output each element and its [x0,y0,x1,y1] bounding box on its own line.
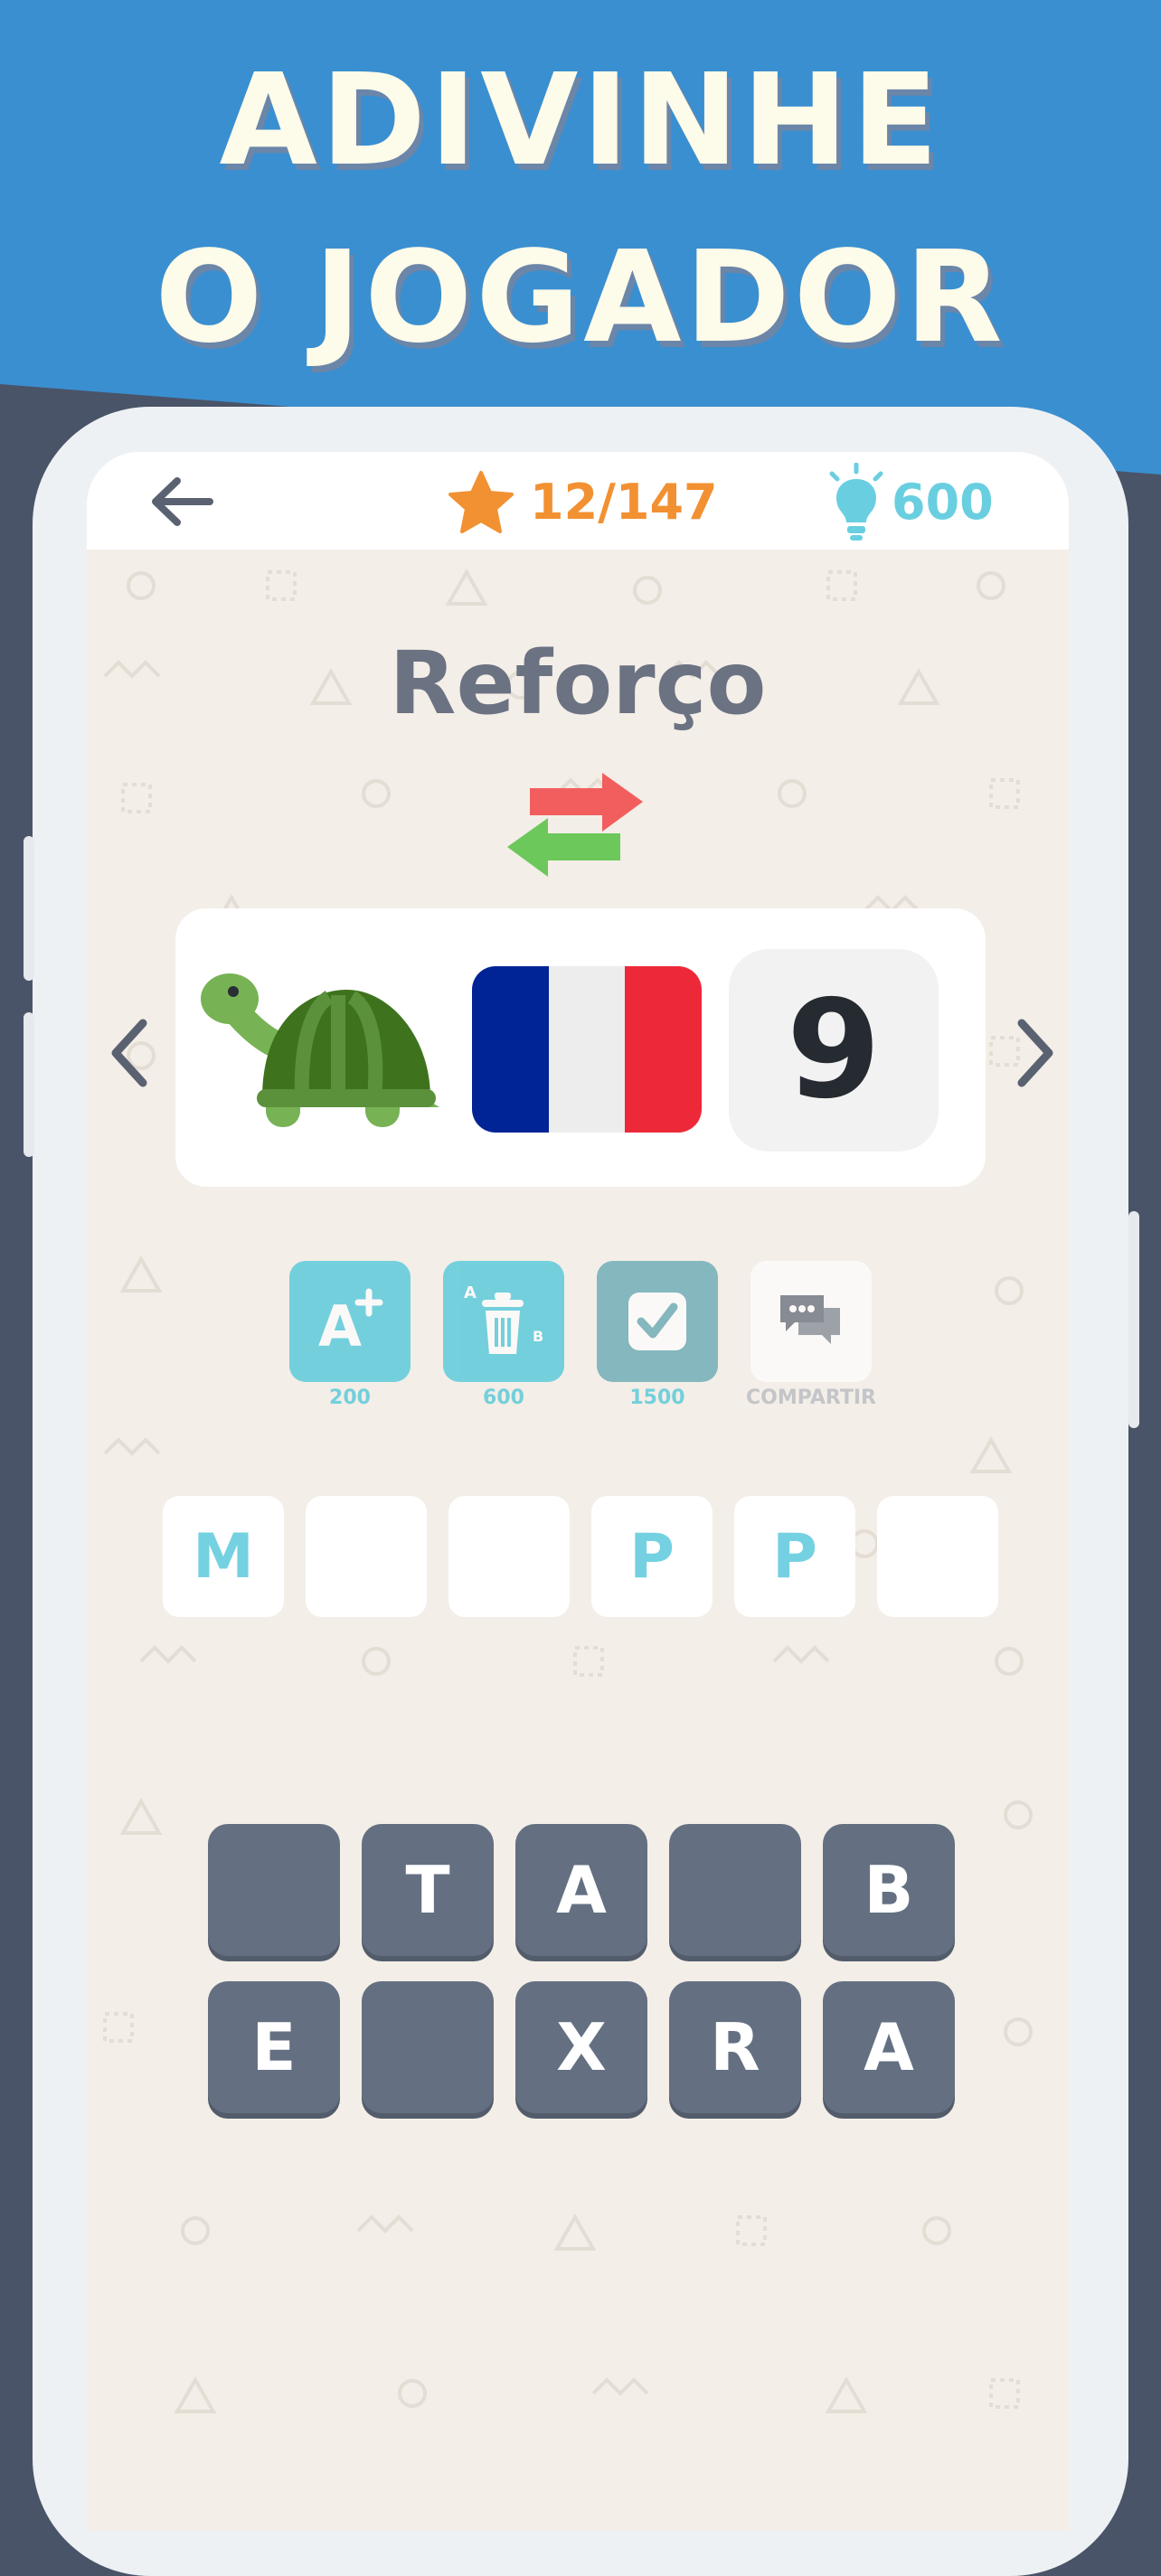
letter-key[interactable]: R [669,1981,801,2113]
add-letter-button[interactable]: A [289,1261,411,1382]
solve-button[interactable] [597,1261,718,1382]
answer-slot[interactable]: M [163,1496,284,1617]
level-progress: 12/147 [530,474,718,531]
answer-slot[interactable] [877,1496,998,1617]
letter-key[interactable]: T [362,1824,494,1956]
answer-slot[interactable] [448,1496,570,1617]
letter-key[interactable]: X [515,1981,647,2113]
chevron-right-icon[interactable] [1007,1012,1062,1094]
turtle-icon [201,973,439,1127]
arrow-left-icon[interactable] [146,470,219,533]
letter-key[interactable] [669,1824,801,1956]
phone-side-button [24,1012,34,1157]
solve-check-icon [628,1293,686,1350]
headline-line-2: O JOGADOR [155,224,1006,371]
letter-key[interactable]: A [823,1981,955,2113]
answer-slot[interactable]: P [591,1496,713,1617]
helper-cost-label: 600 [483,1387,524,1409]
helper-cost-label: 1500 [629,1387,685,1409]
lightbulb-icon [829,463,883,541]
letter-key[interactable]: A [515,1824,647,1956]
phone-side-button [24,836,34,981]
swap-arrows-icon [507,773,643,877]
coin-balance: 600 [892,474,994,531]
phone-side-button [1128,1211,1139,1428]
headline-line-1: ADIVINHE [219,47,942,194]
star-icon [448,471,514,533]
letter-key[interactable]: B [823,1824,955,1956]
svg-text:B: B [533,1328,543,1345]
answer-slot[interactable] [306,1496,427,1617]
helper-cost-label: COMPARTIR [746,1387,876,1409]
share-chat-icon [780,1295,840,1344]
france-flag-icon [472,966,702,1133]
share-button[interactable] [750,1261,872,1382]
svg-text:A: A [464,1283,477,1302]
remove-letters-icon: A B [464,1283,543,1354]
add-letter-icon: A [318,1288,383,1359]
game-screen: 12/147 600 Reforço 9 A A B 200 600 1500 … [87,452,1069,2531]
clue-number: 9 [729,949,939,1152]
answer-slot[interactable]: P [734,1496,855,1617]
puzzle-word: Reforço [389,633,767,734]
remove-letters-button[interactable]: A B [443,1261,564,1382]
helper-cost-label: 200 [329,1387,371,1409]
letter-key[interactable] [208,1824,340,1956]
letter-key[interactable]: E [208,1981,340,2113]
letter-key[interactable] [362,1981,494,2113]
chevron-left-icon[interactable] [103,1012,157,1094]
